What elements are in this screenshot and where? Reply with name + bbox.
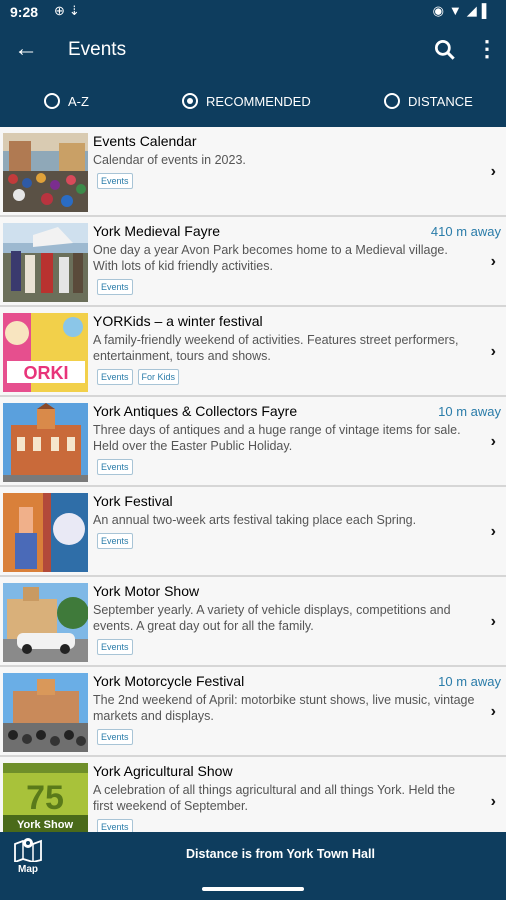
browser-icon: ⊕: [54, 3, 69, 18]
tag-badge: For Kids: [137, 369, 180, 385]
tag-badge: Events: [97, 729, 133, 745]
chevron-right-icon: ›: [490, 523, 496, 540]
event-name: York Motor Show: [93, 583, 200, 599]
signal-icon: ◢: [466, 3, 482, 18]
event-description: One day a year Avon Park becomes home to…: [93, 243, 448, 273]
event-description: A celebration of all things agricultural…: [93, 783, 456, 813]
ag-show-title: York Show: [17, 819, 73, 831]
event-name: York Motorcycle Festival: [93, 673, 245, 689]
event-description: September yearly. A variety of vehicle d…: [93, 603, 451, 633]
more-options-icon[interactable]: ⋮: [476, 36, 498, 64]
home-gesture-handle[interactable]: [202, 887, 304, 891]
radio-icon: [44, 93, 60, 109]
status-bar: 9:28 ⊕⇣ ◉▼◢▌: [0, 0, 506, 24]
event-thumbnail: [3, 133, 88, 212]
battery-icon: ▌: [481, 3, 496, 18]
event-thumbnail: [3, 493, 88, 572]
map-label: Map: [18, 864, 38, 875]
sort-distance[interactable]: DISTANCE: [384, 90, 473, 112]
navigation-bar: [0, 878, 506, 900]
tag-badge: Events: [97, 369, 133, 385]
tag-badge: Events: [97, 639, 133, 655]
event-name: York Festival: [93, 493, 173, 509]
sort-recommended[interactable]: RECOMMENDED: [182, 90, 311, 112]
tag-list: Events: [97, 173, 133, 189]
events-list: Events Calendar Calendar of events in 20…: [0, 127, 506, 832]
location-icon: ◉: [432, 3, 449, 18]
status-time: 9:28: [10, 4, 39, 20]
event-name: York Medieval Fayre: [93, 223, 221, 239]
chevron-right-icon: ›: [490, 343, 496, 360]
tag-badge: Events: [97, 533, 133, 549]
event-name: York Antiques & Collectors Fayre: [93, 403, 298, 419]
sort-a-z[interactable]: A-Z: [44, 90, 89, 112]
event-thumbnail: [3, 673, 88, 752]
event-description: The 2nd weekend of April: motorbike stun…: [93, 693, 475, 723]
list-item[interactable]: York Motor Show September yearly. A vari…: [0, 577, 506, 667]
event-thumbnail: ORKI: [3, 313, 88, 392]
usb-icon: ⇣: [68, 3, 84, 18]
event-thumbnail: [3, 403, 88, 482]
tag-badge: Events: [97, 819, 133, 832]
chevron-right-icon: ›: [490, 433, 496, 450]
event-thumbnail: [3, 583, 88, 662]
radio-icon: [384, 93, 400, 109]
event-thumbnail: [3, 223, 88, 302]
yorkids-logo-text: ORKI: [24, 363, 69, 383]
chevron-right-icon: ›: [490, 793, 496, 810]
wifi-icon: ▼: [448, 3, 467, 18]
tag-list: Events: [97, 459, 133, 475]
event-name: YORKids – a winter festival: [93, 313, 263, 329]
bottom-bar: Map Distance is from York Town Hall: [0, 832, 506, 878]
status-right-icons: ◉▼◢▌: [433, 3, 496, 19]
chevron-right-icon: ›: [490, 253, 496, 270]
event-name: Events Calendar: [93, 133, 197, 149]
ag-show-number: 75: [26, 779, 64, 817]
event-description: An annual two-week arts festival taking …: [93, 513, 417, 527]
search-icon[interactable]: [432, 37, 458, 63]
back-arrow-icon[interactable]: ←: [14, 36, 38, 62]
sort-recommended-label: RECOMMENDED: [206, 93, 311, 109]
list-item[interactable]: York Motorcycle Festival 10 m away The 2…: [0, 667, 506, 757]
event-description: A family-friendly weekend of activities.…: [93, 333, 459, 363]
chevron-right-icon: ›: [490, 163, 496, 180]
distance-note: Distance is from York Town Hall: [186, 847, 375, 861]
sort-distance-label: DISTANCE: [408, 93, 473, 109]
tag-list: Events: [97, 729, 133, 745]
tag-list: Events: [97, 279, 133, 295]
list-item[interactable]: 75 York Show York Agricultural Show A ce…: [0, 757, 506, 832]
app-bar: ← Events ⋮: [0, 24, 506, 78]
event-name: York Agricultural Show: [93, 763, 233, 779]
list-item[interactable]: York Antiques & Collectors Fayre 10 m aw…: [0, 397, 506, 487]
tag-badge: Events: [97, 173, 133, 189]
tag-list: Events: [97, 533, 133, 549]
sort-options: A-Z RECOMMENDED DISTANCE: [0, 78, 506, 124]
event-distance: 10 m away: [438, 404, 501, 419]
list-item[interactable]: ORKI YORKids – a winter festival A famil…: [0, 307, 506, 397]
tag-list: Events: [97, 819, 133, 832]
list-item[interactable]: Events Calendar Calendar of events in 20…: [0, 127, 506, 217]
event-description: Three days of antiques and a huge range …: [93, 423, 461, 453]
chevron-right-icon: ›: [490, 613, 496, 630]
sort-a-z-label: A-Z: [68, 93, 89, 109]
page-title: Events: [68, 39, 127, 60]
chevron-right-icon: ›: [490, 703, 496, 720]
map-button[interactable]: Map: [12, 836, 44, 876]
map-icon: [14, 838, 42, 864]
event-thumbnail: 75 York Show: [3, 763, 88, 832]
status-left-icons: ⊕⇣: [54, 3, 84, 19]
tag-badge: Events: [97, 459, 133, 475]
tag-list: Events: [97, 639, 133, 655]
radio-icon: [182, 93, 198, 109]
tag-list: Events For Kids: [97, 369, 180, 385]
list-item[interactable]: York Festival An annual two-week arts fe…: [0, 487, 506, 577]
event-distance: 10 m away: [438, 674, 501, 689]
list-item[interactable]: York Medieval Fayre 410 m away One day a…: [0, 217, 506, 307]
event-distance: 410 m away: [430, 224, 501, 239]
event-description: Calendar of events in 2023.: [93, 153, 246, 167]
tag-badge: Events: [97, 279, 133, 295]
